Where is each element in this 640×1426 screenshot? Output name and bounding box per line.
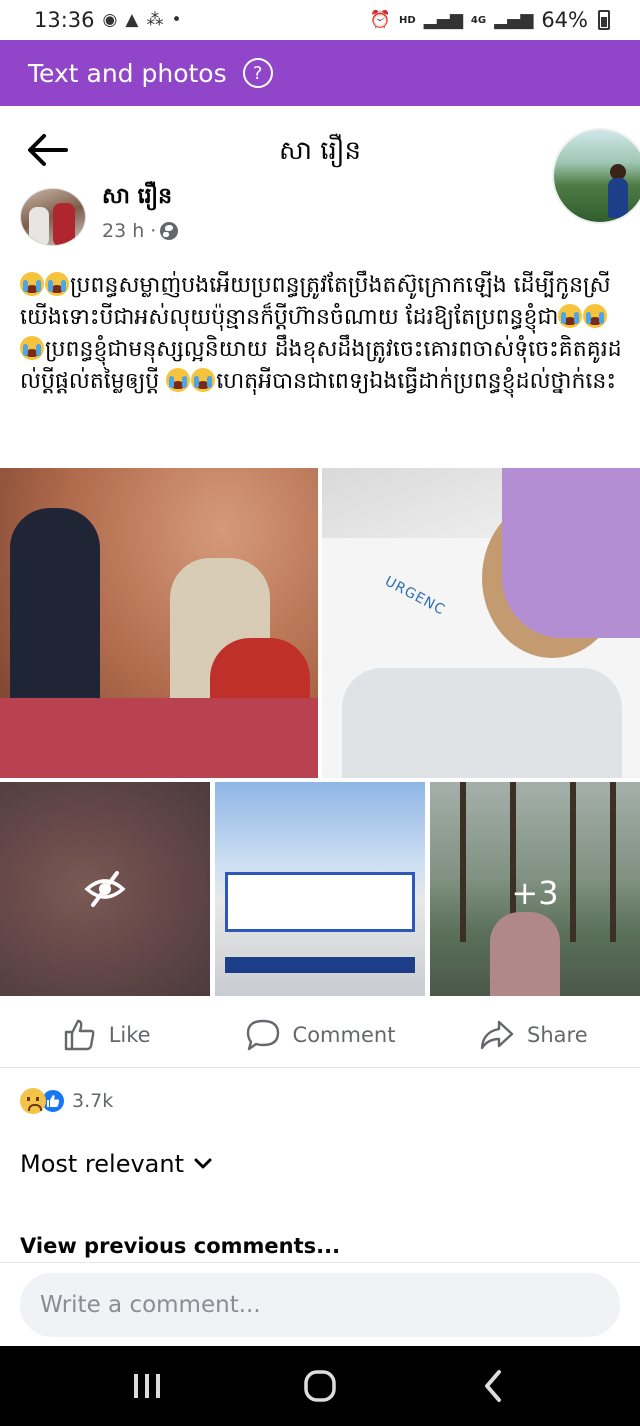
warning-icon: ▲ [125, 10, 139, 30]
crying-emoji-icon [166, 368, 191, 392]
post-header: សា រឿន [0, 106, 640, 224]
post-text-segment-3: ហេតុអីបានជាពេទ្យឯងធ្វើដាក់ប្រពន្ធខ្ញុំដល… [216, 369, 617, 394]
author-name[interactable]: សា រឿន [102, 182, 172, 214]
status-right: ⏰ HD ▂▄▆ 4G ▂▄▆ 64% [370, 8, 610, 32]
comment-sort-dropdown[interactable]: Most relevant [20, 1150, 212, 1178]
post-meta: 23 h · [102, 220, 179, 242]
recent-apps-icon[interactable] [117, 1356, 177, 1416]
network-gen-label: 4G [470, 14, 487, 26]
comment-button[interactable]: Comment [213, 1002, 426, 1067]
comment-input[interactable] [40, 1292, 600, 1318]
battery-percent: 64% [541, 8, 588, 32]
reaction-count: 3.7k [72, 1090, 114, 1112]
post-text-segment-1: ប្រពន្ធសម្លាញ់បងអើយប្រពន្ធត្រូវតែប្រឹងតស… [20, 273, 611, 330]
text-and-photos-banner: Text and photos ? [0, 40, 640, 106]
dot-icon: • [171, 10, 182, 30]
photo-family[interactable] [0, 468, 318, 778]
hd-label: HD [399, 14, 416, 26]
android-nav-bar [0, 1346, 640, 1426]
like-button[interactable]: Like [0, 1002, 213, 1067]
crying-emoji-icon [191, 368, 216, 392]
battery-icon [598, 10, 610, 30]
crying-emoji-icon [20, 272, 44, 296]
post-text: ប្រពន្ធសម្លាញ់បងអើយប្រពន្ធត្រូវតែប្រឹងតស… [20, 270, 624, 398]
photo-grid-bottom: +3 [0, 782, 640, 996]
crying-emoji-icon [558, 304, 583, 328]
comment-composer [0, 1262, 640, 1346]
status-bar: 13:36 ◉ ▲ ⁂ • ⏰ HD ▂▄▆ 4G ▂▄▆ 64% [0, 0, 640, 40]
photo-hidden[interactable] [0, 782, 210, 996]
action-bar: Like Comment Share [0, 1002, 640, 1068]
back-chevron-icon[interactable] [463, 1356, 523, 1416]
crying-emoji-icon [20, 336, 44, 360]
reactions-summary[interactable]: 3.7k [20, 1088, 113, 1114]
alarm-icon: ⏰ [369, 10, 391, 30]
home-icon[interactable] [290, 1356, 350, 1416]
crying-emoji-icon [583, 304, 608, 328]
signal-icon: ▂▄▆ [423, 10, 463, 30]
share-label: Share [527, 1022, 588, 1047]
eye-slash-icon [84, 871, 126, 907]
photo-more[interactable]: +3 [430, 782, 640, 996]
chevron-down-icon [194, 1158, 212, 1169]
sort-label: Most relevant [20, 1150, 185, 1178]
more-photos-count: +3 [511, 874, 559, 912]
share-arrow-icon [480, 1020, 514, 1049]
profile-avatar[interactable] [552, 128, 640, 224]
photo-grid-top: URGENC [0, 468, 640, 778]
signal-icon-2: ▂▄▆ [494, 10, 534, 30]
comment-bubble-icon [246, 1019, 279, 1050]
author-avatar[interactable] [20, 188, 86, 246]
photo-hospital-sign[interactable] [215, 782, 425, 996]
header-title: សា រឿន [278, 136, 362, 166]
thumbs-up-icon [64, 1019, 95, 1050]
app-grid-icon: ⁂ [146, 10, 164, 30]
comment-label: Comment [292, 1022, 396, 1047]
share-button[interactable]: Share [427, 1002, 640, 1067]
help-circle-icon[interactable]: ? [242, 58, 273, 88]
like-label: Like [108, 1022, 151, 1047]
photo-hospital-patient[interactable]: URGENC [322, 468, 640, 778]
banner-title: Text and photos [28, 58, 227, 88]
status-time: 13:36 [34, 8, 95, 32]
status-left: 13:36 ◉ ▲ ⁂ • [34, 8, 181, 32]
messenger-icon: ◉ [102, 10, 118, 30]
comment-input-wrapper[interactable] [20, 1273, 620, 1337]
globe-icon [160, 222, 179, 240]
view-previous-comments-link[interactable]: View previous comments... [20, 1234, 340, 1258]
post-time[interactable]: 23 h · [102, 220, 156, 242]
crying-emoji-icon [45, 272, 69, 296]
sad-reaction-icon [20, 1088, 46, 1114]
